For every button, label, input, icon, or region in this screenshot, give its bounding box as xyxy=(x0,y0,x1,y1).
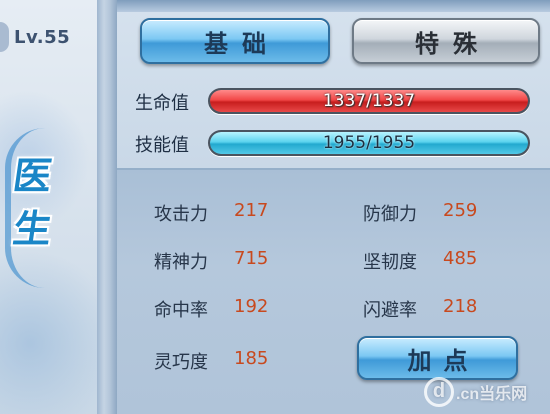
stat-value: 185 xyxy=(234,348,269,369)
panel-divider xyxy=(97,0,117,414)
hp-bar: 1337/1337 xyxy=(208,88,530,114)
stat-value: 715 xyxy=(234,248,269,269)
stat-name: 闪避率 xyxy=(363,300,417,321)
stat-value: 485 xyxy=(443,248,478,269)
stat-value: 218 xyxy=(443,296,478,317)
watermark-logo-icon: d xyxy=(424,377,454,407)
class-name-char-2: 生 xyxy=(10,206,55,251)
class-name-char-1: 医 xyxy=(10,153,55,198)
stat-name: 灵巧度 xyxy=(154,352,208,373)
tab-basic[interactable]: 基础 xyxy=(140,18,330,64)
sp-bar: 1955/1955 xyxy=(208,130,530,156)
hp-value: 1337/1337 xyxy=(322,91,416,111)
hp-label: 生命值 xyxy=(135,93,189,114)
panel-frame xyxy=(117,0,550,12)
stat-name: 命中率 xyxy=(154,300,208,321)
stat-name: 精神力 xyxy=(154,252,208,273)
hp-row: 生命值 1337/1337 xyxy=(135,88,535,116)
stat-value: 259 xyxy=(443,200,478,221)
stat-name: 坚韧度 xyxy=(363,252,417,273)
site-watermark: d .cn当乐网 xyxy=(424,372,550,412)
stat-name: 防御力 xyxy=(363,204,417,225)
watermark-text: .cn当乐网 xyxy=(456,386,528,403)
sp-label: 技能值 xyxy=(135,135,189,156)
tab-special[interactable]: 特殊 xyxy=(352,18,540,64)
stat-name: 攻击力 xyxy=(154,204,208,225)
level-badge-ornament xyxy=(0,22,9,52)
sp-value: 1955/1955 xyxy=(322,133,416,153)
character-portrait-panel: Lv.55 医 生 xyxy=(0,0,97,414)
stat-value: 217 xyxy=(234,200,269,221)
character-level: Lv.55 xyxy=(14,27,71,48)
stat-value: 192 xyxy=(234,296,269,317)
sp-row: 技能值 1955/1955 xyxy=(135,130,535,158)
